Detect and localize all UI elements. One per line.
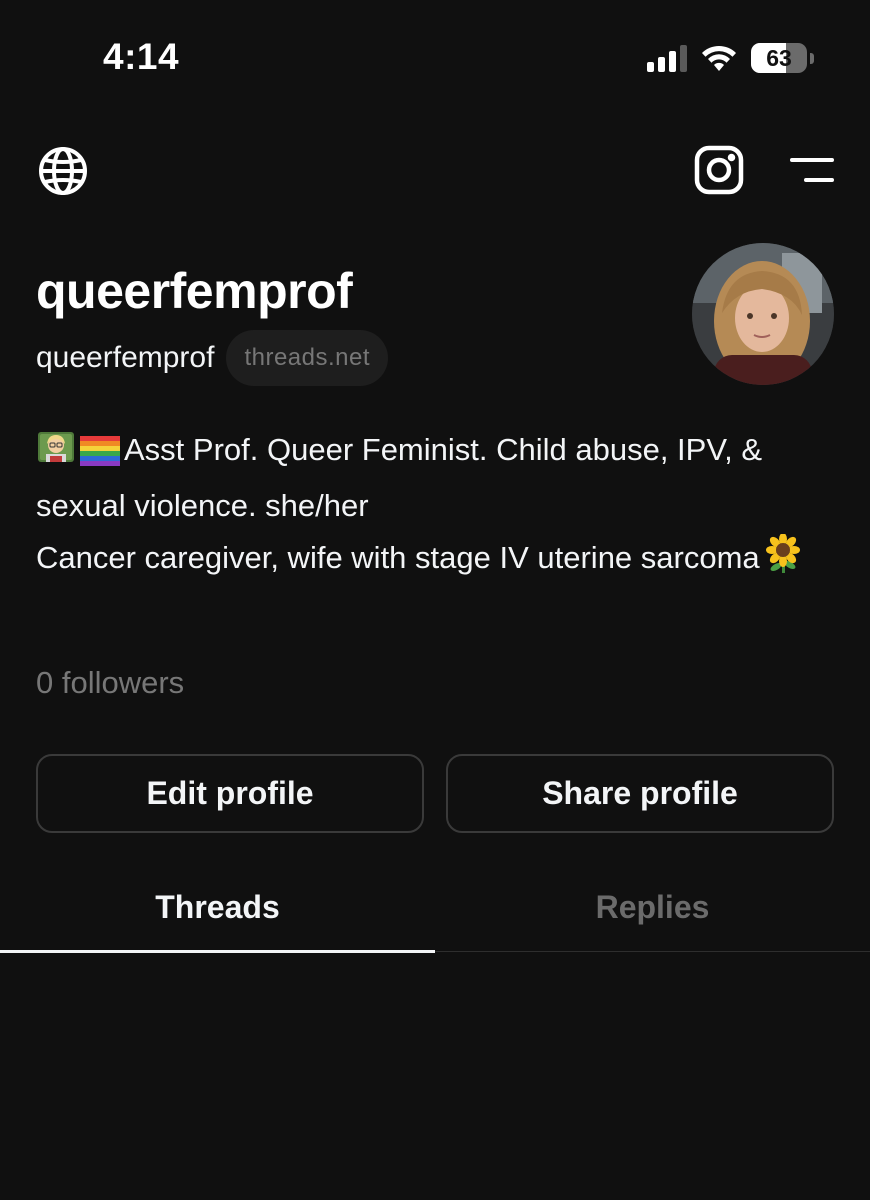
rainbow-flag-emoji — [80, 431, 120, 481]
status-icons: 63 — [647, 42, 814, 74]
tab-replies[interactable]: Replies — [435, 862, 870, 952]
bio: Asst Prof. Queer Feminist. Child abuse, … — [36, 425, 836, 589]
handle-row: queerfemprof threads.net — [36, 330, 389, 386]
tab-threads[interactable]: Threads — [0, 862, 435, 953]
menu-icon[interactable] — [786, 150, 836, 190]
profile-tabs: Threads Replies — [0, 862, 870, 953]
battery-icon: 63 — [751, 43, 807, 73]
share-profile-button[interactable]: Share profile — [446, 754, 834, 833]
cellular-signal-icon — [647, 44, 687, 72]
profile-screen: 4:14 63 queerfemprof queerfemprof thread… — [0, 0, 870, 1200]
status-time: 4:14 — [103, 36, 180, 77]
threads-domain-badge[interactable]: threads.net — [226, 330, 389, 386]
globe-icon[interactable] — [36, 144, 90, 198]
sunflower-emoji — [764, 533, 802, 589]
battery-percent: 63 — [766, 44, 792, 71]
bio-text-1: Asst Prof. Queer Feminist. Child abuse, … — [36, 432, 763, 523]
bio-text-2: Cancer caregiver, wife with stage IV ute… — [36, 540, 760, 575]
bio-line-2: Cancer caregiver, wife with stage IV ute… — [36, 533, 836, 589]
username-handle: queerfemprof — [36, 341, 215, 374]
wifi-icon — [702, 45, 736, 71]
display-name: queerfemprof — [36, 263, 353, 319]
avatar[interactable] — [692, 243, 834, 385]
instagram-icon[interactable] — [692, 143, 746, 197]
followers-count[interactable]: 0 followers — [36, 665, 184, 701]
edit-profile-button[interactable]: Edit profile — [36, 754, 424, 833]
teacher-emoji — [36, 428, 76, 481]
battery-nub — [810, 52, 814, 64]
bio-line-1: Asst Prof. Queer Feminist. Child abuse, … — [36, 425, 836, 531]
